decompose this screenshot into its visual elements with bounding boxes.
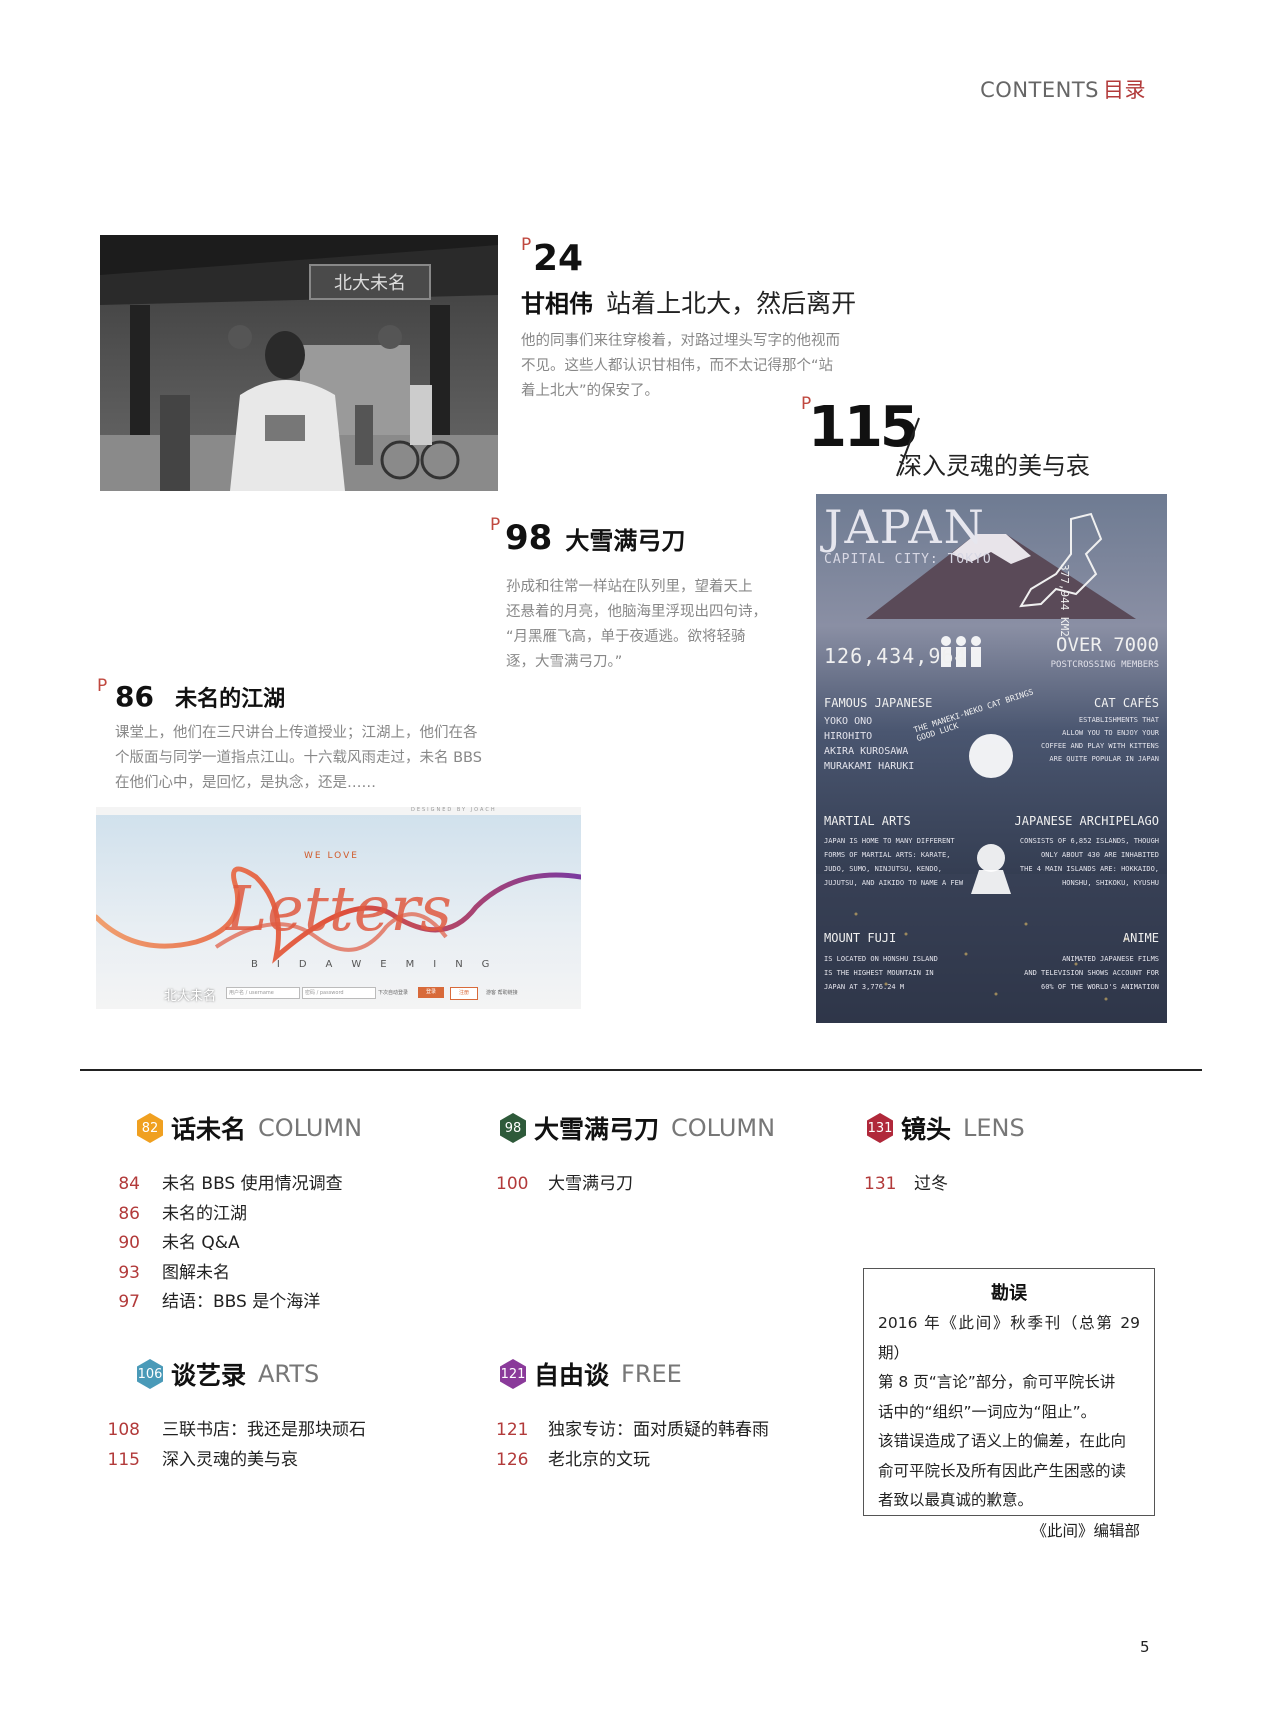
bbs-site-name: 北大未名 <box>164 989 217 1004</box>
errata-signature: 《此间》编辑部 <box>1031 1521 1140 1540</box>
p98-p-mark: P <box>490 515 501 535</box>
p86-title: 未名的江湖 <box>175 687 286 712</box>
poster-famous-title: FAMOUS JAPANESE <box>824 696 933 710</box>
errata-title: 勘误 <box>991 1283 1027 1304</box>
toc-item[interactable]: 86 未名的江湖 <box>100 1200 343 1230</box>
poster-anime-title: ANIME <box>1122 931 1159 945</box>
section-free: 121 自由谈 FREE <box>500 1356 682 1392</box>
p86-title-line: 86 未名的江湖 <box>115 680 285 713</box>
poster-arch-text: CONSISTS OF 6,852 ISLANDS, THOUGH ONLY AB… <box>1019 837 1159 887</box>
maneki-neko-icon <box>969 734 1013 778</box>
errata-box: 勘误 2016 年《此间》秋季刊（总第 29 期） 第 8 页“言论”部分，俞可… <box>863 1268 1155 1540</box>
section-subtitle: LENS <box>963 1114 1025 1142</box>
toc-item[interactable]: 100 大雪满弓刀 <box>496 1170 633 1200</box>
poster-cat-text: ESTABLISHMENTS THAT ALLOW YOU TO ENJOY YO… <box>1040 716 1159 763</box>
section-title: 谈艺录 <box>171 1361 247 1390</box>
poster-over-7000: OVER 7000 <box>1056 634 1159 656</box>
toc-item[interactable]: 121 独家专访：面对质疑的韩春雨 <box>496 1416 769 1446</box>
section-daxue: 98 大雪满弓刀 COLUMN <box>500 1110 775 1146</box>
p24-page-number: 24 <box>533 238 584 279</box>
section-badge: 121 <box>500 1359 526 1389</box>
poster-anime-text: ANIMATED JAPANESE FILMS AND TELEVISION SH… <box>1024 955 1159 991</box>
page-number: 5 <box>1140 1638 1150 1656</box>
bbs-screenshot: DESIGNED BY JOACH WE LOVE Letters BI DA … <box>96 807 581 1009</box>
section-subtitle: FREE <box>621 1360 682 1388</box>
poster-martial-text: JAPAN IS HOME TO MANY DIFFERENT FORMS OF … <box>824 837 964 887</box>
section-title: 镜头 <box>901 1115 952 1144</box>
poster-area: 377,944 KM2 <box>1058 564 1071 637</box>
p86-p-mark: P <box>97 676 108 696</box>
p98-page-number: 98 <box>505 518 553 558</box>
bbs-script-word: Letters <box>226 872 452 945</box>
poster-famous-list: YOKO ONO HIROHITO AKIRA KUROSAWA MURAKAMI … <box>824 716 915 772</box>
toc-item[interactable]: 93 图解未名 <box>100 1259 343 1289</box>
gate-sign: 北大未名 <box>334 273 406 294</box>
ninja-icon <box>977 844 1005 872</box>
page-header: CONTENTS 目录 <box>980 74 1146 104</box>
toc-item[interactable]: 108 三联书店：我还是那块顽石 <box>100 1416 366 1446</box>
section-badge: 98 <box>500 1113 526 1143</box>
contents-label: CONTENTS <box>980 78 1099 102</box>
p24-p-mark: P <box>521 235 532 255</box>
toc-item[interactable]: 97 结语：BBS 是个海洋 <box>100 1288 343 1318</box>
p86-page-number: 86 <box>115 680 154 713</box>
toc-item[interactable]: 126 老北京的文玩 <box>496 1446 769 1476</box>
toc-list-daxue: 100 大雪满弓刀 <box>496 1170 633 1200</box>
poster-postcrossing: POSTCROSSING MEMBERS <box>1050 660 1159 670</box>
bbs-designed: DESIGNED BY JOACH <box>411 807 497 813</box>
section-subtitle: COLUMN <box>671 1114 776 1142</box>
bbs-login-button[interactable]: 登录 <box>418 987 444 998</box>
toc-list-hua-weiming: 84 未名 BBS 使用情况调查 86 未名的江湖 90 未名 Q&A 93 图解未名 … <box>100 1170 343 1318</box>
p115-title: 深入灵魂的美与哀 <box>898 452 1090 480</box>
toc-item[interactable]: 131 过冬 <box>864 1170 948 1200</box>
toc-list-arts: 108 三联书店：我还是那块顽石 115 深入灵魂的美与哀 <box>100 1416 366 1475</box>
section-title: 大雪满弓刀 <box>534 1115 660 1144</box>
section-subtitle: ARTS <box>258 1360 320 1388</box>
toc-list-lens: 131 过冬 <box>864 1170 948 1200</box>
poster-martial-title: MARTIAL ARTS <box>824 814 911 828</box>
section-subtitle: COLUMN <box>258 1114 363 1142</box>
contents-label-cn: 目录 <box>1103 78 1146 102</box>
toc-list-free: 121 独家专访：面对质疑的韩春雨 126 老北京的文玩 <box>496 1416 769 1475</box>
p24-title-line: 甘相伟 站着上北大，然后离开 <box>521 284 856 320</box>
p24-title: 站着上北大，然后离开 <box>606 289 857 318</box>
section-badge: 106 <box>137 1359 163 1389</box>
poster-arch-title: JAPANESE ARCHIPELAGO <box>1014 814 1160 828</box>
errata-text: 2016 年《此间》秋季刊（总第 29 期） 第 8 页“言论”部分，俞可平院长… <box>878 1314 1140 1509</box>
p98-description: 孙成和往常一样站在队列里，望着天上 还悬着的月亮，他脑海里浮现出四句诗， “月黑雁… <box>506 579 767 670</box>
section-title: 自由谈 <box>534 1361 610 1390</box>
toc-item[interactable]: 84 未名 BBS 使用情况调查 <box>100 1170 342 1200</box>
bbs-username-input[interactable]: 用户名 / username <box>226 987 300 999</box>
poster-capital: CAPITAL CITY: TOKYO <box>824 552 992 567</box>
p98-title-line: 98 大雪满弓刀 <box>505 518 685 558</box>
p24-description: 他的同事们来往穿梭着，对路过埋头写字的他视而 不见。这些人都认识甘相伟，而不太记… <box>521 333 840 399</box>
section-badge: 82 <box>137 1113 163 1143</box>
bbs-register-button[interactable]: 注册 <box>450 987 478 1000</box>
p86-description: 课堂上，他们在三尺讲台上传道授业；江湖上，他们在各 个版面与同学一道指点江山。十六… <box>115 725 482 791</box>
poster-cat-title: CAT CAFÉS <box>1093 696 1159 710</box>
toc-item[interactable]: 90 未名 Q&A <box>100 1229 343 1259</box>
bbs-letters: BI DA WE MI NG <box>251 959 491 970</box>
section-lens: 131 镜头 LENS <box>867 1110 1025 1146</box>
section-badge: 131 <box>867 1113 893 1143</box>
japan-infographic: JAPAN CAPITAL CITY: TOKYO 377,944 KM2 12… <box>816 494 1167 1023</box>
bbs-extra-links[interactable]: 游客 帮助链接 <box>486 989 518 996</box>
section-hua-weiming: 82 话未名 COLUMN <box>137 1110 362 1146</box>
toc-item[interactable]: 115 深入灵魂的美与哀 <box>100 1446 366 1476</box>
poster-population: 126,434,964 <box>824 644 968 668</box>
p24-person: 甘相伟 <box>521 290 593 318</box>
poster-title: JAPAN <box>824 500 986 554</box>
section-title: 话未名 <box>171 1115 247 1144</box>
section-arts: 106 谈艺录 ARTS <box>137 1356 319 1392</box>
poster-fuji-title: MOUNT FUJI <box>824 931 897 945</box>
bbs-password-input[interactable]: 密码 / password <box>302 987 376 999</box>
bbs-remember-checkbox[interactable]: 下次自动登录 <box>378 989 408 996</box>
poster-fuji-text: IS LOCATED ON HONSHU ISLAND IS THE HIGHES… <box>824 955 938 991</box>
section-divider <box>80 1069 1202 1071</box>
p98-title: 大雪满弓刀 <box>565 527 686 555</box>
gate-photo: 北大未名 <box>100 235 498 491</box>
